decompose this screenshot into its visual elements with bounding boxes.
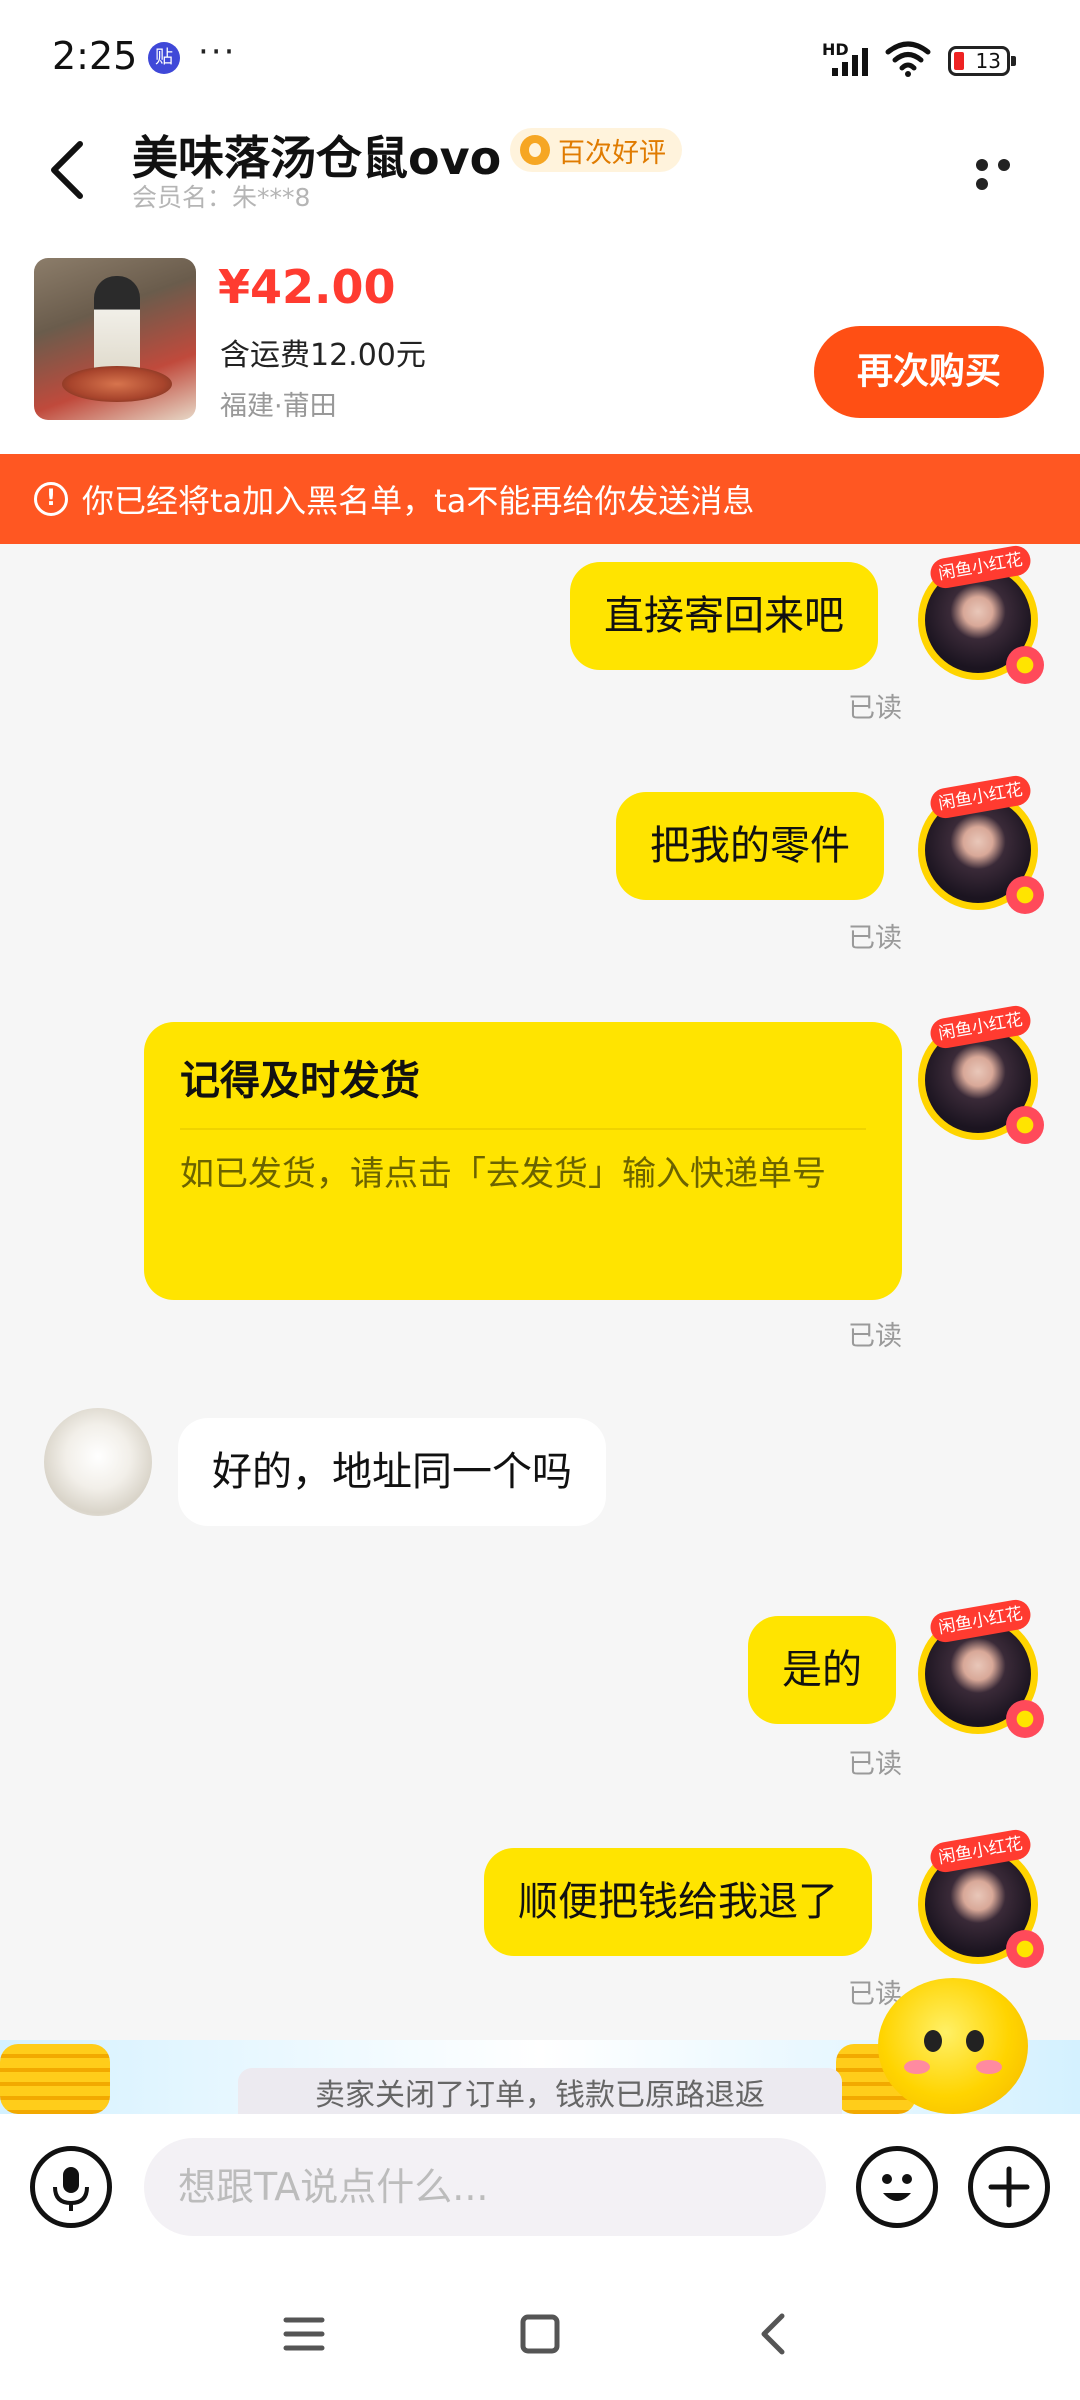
medal-icon — [520, 135, 550, 165]
product-location: 福建·莆田 — [220, 391, 337, 422]
rating-badge-label: 百次好评 — [558, 137, 666, 169]
mic-icon[interactable] — [30, 2146, 112, 2228]
message-bubble[interactable]: 顺便把钱给我退了 — [484, 1848, 872, 1956]
warning-icon: ! — [34, 482, 68, 516]
blacklist-banner: ! 你已经将ta加入黑名单，ta不能再给你发送消息 — [0, 454, 1080, 544]
my-avatar[interactable]: 闲鱼小红花 — [918, 773, 1044, 914]
product-card[interactable]: ¥42.00 含运费12.00元 福建·莆田 再次购买 — [0, 238, 1080, 454]
menu-icon[interactable] — [274, 2304, 334, 2364]
status-time: 2:25 — [52, 34, 138, 78]
system-notice: 卖家关闭了订单，钱款已原路退返 — [238, 2068, 842, 2114]
message-bubble[interactable]: 直接寄回来吧 — [570, 562, 878, 670]
back-nav-icon[interactable] — [744, 2304, 804, 2364]
member-name: 会员名：朱***8 — [132, 183, 311, 212]
flower-icon — [1006, 1930, 1044, 1968]
my-avatar[interactable]: 闲鱼小红花 — [918, 544, 1044, 684]
input-bar — [0, 2114, 1080, 2264]
product-price: ¥42.00 — [218, 260, 396, 314]
more-icon[interactable] — [976, 156, 1040, 190]
card-title: 记得及时发货 — [180, 1058, 420, 1104]
product-image[interactable] — [34, 258, 196, 420]
my-avatar[interactable]: 闲鱼小红花 — [918, 1827, 1044, 1968]
system-nav-bar — [0, 2264, 1080, 2400]
home-icon[interactable] — [510, 2304, 570, 2364]
rating-badge: 百次好评 — [510, 128, 682, 172]
app-notification-icon: 贴 — [148, 42, 180, 74]
read-status: 已读 — [848, 1321, 902, 1352]
rebuy-button[interactable]: 再次购买 — [814, 326, 1044, 418]
blacklist-message: 你已经将ta加入黑名单，ta不能再给你发送消息 — [82, 482, 755, 520]
battery-indicator: 13 — [948, 46, 1016, 76]
status-bar: 2:25 贴 ··· HD 13 — [0, 0, 1080, 118]
flower-icon — [1006, 1700, 1044, 1738]
flower-icon — [1006, 876, 1044, 914]
my-avatar[interactable]: 闲鱼小红花 — [918, 1003, 1044, 1144]
flower-icon — [1006, 1106, 1044, 1144]
message-bubble[interactable]: 好的，地址同一个吗 — [178, 1418, 606, 1526]
read-status: 已读 — [848, 923, 902, 954]
card-body: 如已发货，请点击「去发货」输入快递单号 — [180, 1154, 826, 1194]
shipping-fee: 含运费12.00元 — [220, 338, 426, 373]
my-avatar[interactable]: 闲鱼小红花 — [918, 1597, 1044, 1738]
message-bubble[interactable]: 是的 — [748, 1616, 896, 1724]
wifi-icon — [885, 41, 931, 77]
plus-icon[interactable] — [968, 2146, 1050, 2228]
coins-icon — [0, 2044, 110, 2114]
read-status: 已读 — [848, 693, 902, 724]
flower-icon — [1006, 646, 1044, 684]
chat-list[interactable]: 直接寄回来吧 闲鱼小红花 已读 把我的零件 闲鱼小红花 已读 记得及时发货 如已… — [0, 544, 1080, 2114]
chat-header: 美味落汤仓鼠ovo 百次好评 会员名：朱***8 — [0, 118, 1080, 238]
back-arrow-icon[interactable] — [36, 130, 96, 210]
signal-icon — [832, 48, 868, 76]
card-divider — [180, 1128, 866, 1130]
ship-reminder-card[interactable]: 记得及时发货 如已发货，请点击「去发货」输入快递单号 — [144, 1022, 902, 1300]
emoji-icon[interactable] — [856, 2146, 938, 2228]
read-status: 已读 — [848, 1749, 902, 1780]
seller-avatar[interactable] — [44, 1408, 152, 1516]
message-input[interactable] — [144, 2138, 826, 2236]
more-notifications-icon: ··· — [198, 32, 237, 72]
mascot-icon[interactable] — [878, 1978, 1028, 2114]
message-bubble[interactable]: 把我的零件 — [616, 792, 884, 900]
